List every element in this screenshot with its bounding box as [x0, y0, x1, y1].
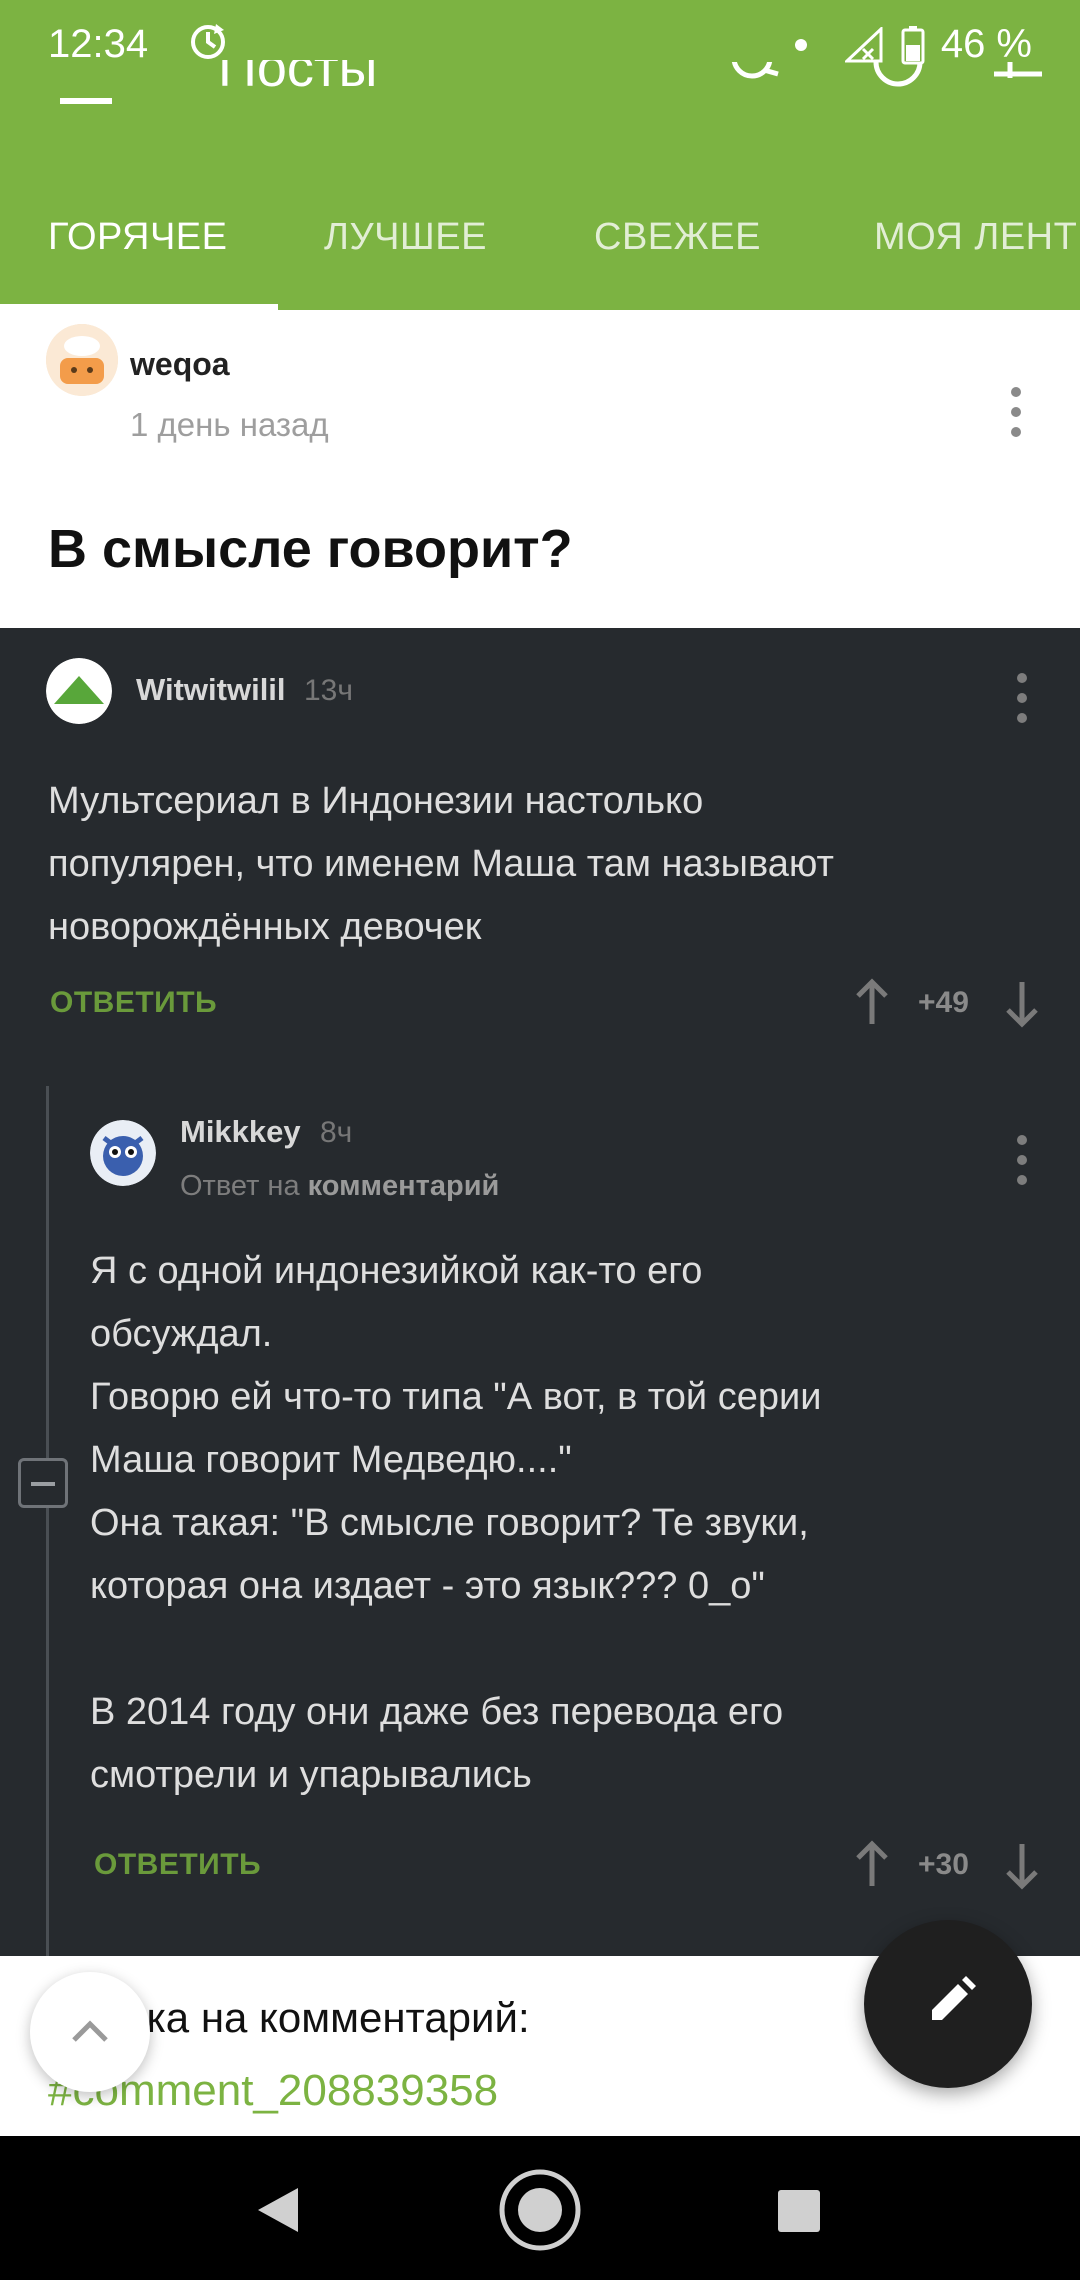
upvote-icon[interactable] — [852, 978, 892, 1028]
comment-score: +30 — [918, 1848, 969, 1881]
chevron-up-icon — [72, 2020, 108, 2042]
edit-icon — [932, 1976, 976, 2020]
comment-line — [90, 1618, 821, 1681]
comment-line: популярен, что именем Маша там называют — [48, 843, 834, 885]
scroll-up-button[interactable] — [30, 1972, 150, 2092]
tab-my-feed[interactable]: МОЯ ЛЕНТ — [874, 216, 1077, 259]
comment-text: Я с одной индонезийкой как-то его обсужд… — [90, 1240, 821, 1807]
comments-section: Witwitwilil 13ч Мультсериал в Индонезии … — [0, 628, 1080, 1956]
compose-button[interactable] — [864, 1920, 1032, 2088]
post-time: 1 день назад — [130, 406, 329, 443]
comment-score: +49 — [918, 986, 969, 1019]
comment-line: Мультсериал в Индонезии настолько — [48, 780, 704, 822]
recents-icon[interactable] — [776, 2188, 822, 2234]
comment-line: Она такая: "В смысле говорит? Те звуки, — [90, 1502, 809, 1544]
notification-dot-icon — [794, 38, 807, 51]
post-author[interactable]: weqoa — [130, 346, 230, 383]
comment-time: 8ч — [320, 1116, 353, 1149]
more-vert-icon[interactable] — [1004, 382, 1028, 442]
comment-time: 13ч — [304, 674, 353, 707]
back-icon[interactable] — [254, 2184, 302, 2236]
signal-icon — [844, 26, 883, 62]
avatar[interactable] — [46, 658, 112, 724]
comment-line: В 2014 году они даже без перевода его — [90, 1691, 784, 1733]
system-nav-bar — [0, 2136, 1080, 2280]
reply-to-link[interactable]: комментарий — [308, 1170, 500, 1202]
post-title: В смысле говорит? — [48, 519, 573, 579]
battery-icon — [901, 25, 925, 64]
comment-line: которая она издает - это язык??? 0_о" — [90, 1565, 765, 1607]
comment-author[interactable]: Mikkkey — [180, 1114, 301, 1150]
home-icon[interactable] — [496, 2166, 584, 2254]
commenter-avatar-icon — [90, 1120, 156, 1186]
sync-icon — [191, 24, 225, 59]
app-bar: 12:34 46 % Посты ГОРЯЧЕЕ ЛУЧШЕЕ СВЕЖЕЕ М… — [0, 0, 1080, 310]
tab-fresh[interactable]: СВЕЖЕЕ — [594, 216, 761, 259]
downvote-icon[interactable] — [1002, 978, 1042, 1028]
toolbar-title: Посты — [218, 60, 378, 98]
commenter-avatar-icon — [46, 658, 112, 724]
collapse-thread-button[interactable] — [18, 1458, 68, 1508]
avatar[interactable] — [46, 324, 118, 396]
more-vert-icon[interactable] — [1010, 1130, 1034, 1190]
reply-to: Ответ на комментарий — [180, 1170, 499, 1203]
tab-best[interactable]: ЛУЧШЕЕ — [324, 216, 487, 259]
comment-line: новорождённых девочек — [48, 906, 482, 948]
comment-line: обсуждал. — [90, 1313, 273, 1355]
search-icon[interactable] — [730, 62, 786, 118]
reply-button[interactable]: ОТВЕТИТЬ — [94, 1848, 261, 1882]
author-avatar-icon — [46, 324, 118, 396]
comment-link-label: лка на комментарий: — [122, 1994, 530, 2041]
more-vert-icon[interactable] — [1010, 668, 1034, 728]
filter-icon[interactable] — [990, 62, 1046, 118]
toolbar: Посты — [0, 60, 1080, 120]
tabs: ГОРЯЧЕЕ ЛУЧШЕЕ СВЕЖЕЕ МОЯ ЛЕНТ — [0, 200, 1080, 310]
reply-to-prefix: Ответ на — [180, 1170, 300, 1202]
comment-line: смотрели и упарывались — [90, 1754, 532, 1796]
comment-author[interactable]: Witwitwilil — [136, 672, 286, 708]
thread-line — [46, 1086, 49, 1956]
comment-line: Маша говорит Медведю...." — [90, 1439, 572, 1481]
refresh-icon[interactable] — [870, 62, 926, 118]
tab-hot[interactable]: ГОРЯЧЕЕ — [48, 216, 227, 259]
comment-text: Мультсериал в Индонезии настолько популя… — [48, 770, 834, 959]
downvote-icon[interactable] — [1002, 1840, 1042, 1890]
reply-button[interactable]: ОТВЕТИТЬ — [50, 986, 217, 1020]
comment-line: Я с одной индонезийкой как-то его — [90, 1250, 703, 1292]
post: weqoa 1 день назад В смысле говорит? — [0, 310, 1080, 628]
menu-icon[interactable] — [60, 98, 112, 104]
comment-line: Говорю ей что-то типа "А вот, в той сери… — [90, 1376, 822, 1418]
avatar[interactable] — [90, 1120, 156, 1186]
upvote-icon[interactable] — [852, 1840, 892, 1890]
